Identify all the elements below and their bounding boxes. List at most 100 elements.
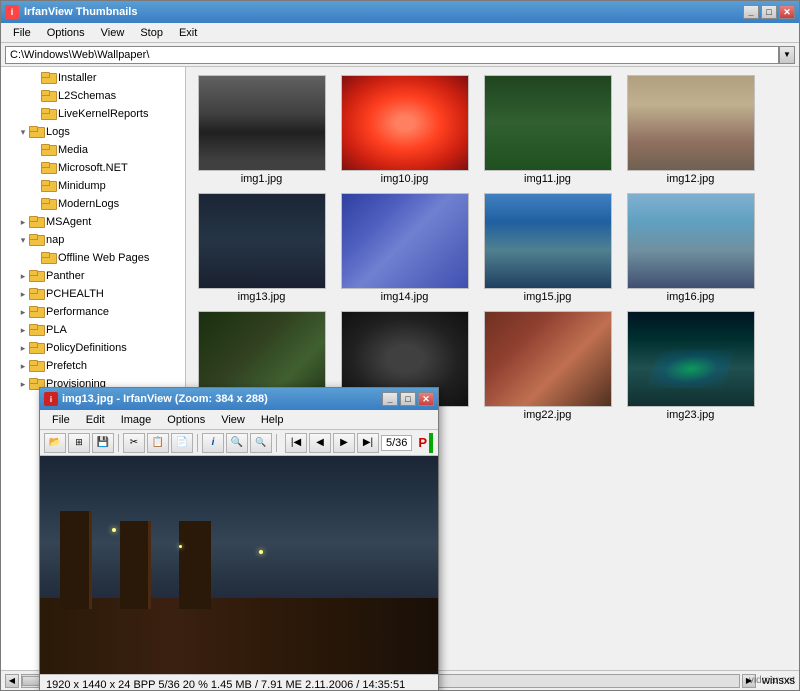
popup-close-button[interactable]: ✕ — [418, 392, 434, 406]
sidebar-item-minidump[interactable]: Minidump — [1, 177, 185, 195]
popup-app-icon: i — [44, 392, 58, 406]
menu-options[interactable]: Options — [39, 25, 93, 41]
sidebar-item-nap[interactable]: ▾ nap — [1, 231, 185, 249]
toolbar-save-button[interactable]: 💾 — [92, 433, 114, 453]
thumb-image-img1 — [198, 75, 326, 171]
toolbar-thumb-button[interactable]: ⊞ — [68, 433, 90, 453]
sidebar-item-label: L2Schemas — [58, 90, 116, 102]
app-body: Installer L2Schemas LiveKernelReports ▾ … — [1, 67, 799, 690]
sidebar-item-pchealth[interactable]: ▸ PCHEALTH — [1, 285, 185, 303]
sidebar-item-label: PCHEALTH — [46, 288, 104, 300]
thumb-label-img11: img11.jpg — [524, 173, 571, 185]
irfan-logo: P — [418, 435, 427, 450]
sidebar-item-label: Panther — [46, 270, 85, 282]
menu-stop[interactable]: Stop — [132, 25, 171, 41]
popup-menu-edit[interactable]: Edit — [78, 412, 113, 428]
menu-exit[interactable]: Exit — [171, 25, 205, 41]
scroll-left-button[interactable]: ◀ — [5, 674, 19, 688]
toolbar-prev-button[interactable]: ◀ — [309, 433, 331, 453]
folder-icon — [29, 360, 43, 372]
sidebar-item-policydefinitions[interactable]: ▸ PolicyDefinitions — [1, 339, 185, 357]
address-dropdown[interactable]: ▼ — [779, 46, 795, 64]
sidebar-item-msagent[interactable]: ▸ MSAgent — [1, 213, 185, 231]
app-title: IrfanView Thumbnails — [24, 6, 743, 18]
toolbar-green-bar — [429, 433, 433, 453]
aurora-effect — [646, 350, 735, 388]
toolbar-cut-button[interactable]: ✂ — [123, 433, 145, 453]
sidebar-item-label: Offline Web Pages — [58, 252, 149, 264]
thumb-item-img14[interactable]: img14.jpg — [337, 193, 472, 303]
popup-menu-image[interactable]: Image — [113, 412, 160, 428]
thumb-item-img11[interactable]: img11.jpg — [480, 75, 615, 185]
sidebar-item-installer[interactable]: Installer — [1, 69, 185, 87]
thumb-item-img13[interactable]: img13.jpg — [194, 193, 329, 303]
sidebar-item-modernlogs[interactable]: ModernLogs — [1, 195, 185, 213]
sidebar-item-l2schemas[interactable]: L2Schemas — [1, 87, 185, 105]
toolbar-last-button[interactable]: ▶| — [357, 433, 379, 453]
toolbar-copy-button[interactable]: 📋 — [147, 433, 169, 453]
thumb-item-img1[interactable]: img1.jpg — [194, 75, 329, 185]
sidebar-item-label: Minidump — [58, 180, 106, 192]
thumb-item-img23[interactable]: img23.jpg — [623, 311, 758, 421]
app-icon: i — [5, 5, 19, 19]
thumb-item-img16[interactable]: img16.jpg — [623, 193, 758, 303]
popup-restore-button[interactable]: □ — [400, 392, 416, 406]
sidebar-item-prefetch[interactable]: ▸ Prefetch — [1, 357, 185, 375]
sidebar-item-label: Media — [58, 144, 88, 156]
popup-menu-options[interactable]: Options — [159, 412, 213, 428]
toolbar-zoomout-button[interactable]: 🔍 — [250, 433, 272, 453]
thumb-item-img15[interactable]: img15.jpg — [480, 193, 615, 303]
bridge-pillar-2 — [120, 521, 152, 608]
thumb-label-img1: img1.jpg — [241, 173, 283, 185]
restore-button[interactable]: □ — [761, 5, 777, 19]
expand-icon — [29, 108, 41, 120]
popup-title-text: img13.jpg - IrfanView (Zoom: 384 x 288) — [62, 393, 382, 405]
sidebar-item-label: Microsoft.NET — [58, 162, 128, 174]
popup-minimize-button[interactable]: _ — [382, 392, 398, 406]
toolbar-zoomin-button[interactable]: 🔍 — [226, 433, 248, 453]
sidebar-item-label: nap — [46, 234, 64, 246]
minimize-button[interactable]: _ — [743, 5, 759, 19]
popup-menu-bar: File Edit Image Options View Help — [40, 410, 438, 430]
popup-image-area[interactable] — [40, 456, 438, 674]
folder-icon — [29, 216, 43, 228]
toolbar-open-button[interactable]: 📂 — [44, 433, 66, 453]
popup-menu-file[interactable]: File — [44, 412, 78, 428]
bridge-pillar-1 — [60, 511, 92, 609]
address-bar: ▼ — [1, 43, 799, 67]
thumb-item-img22[interactable]: img22.jpg — [480, 311, 615, 421]
thumb-item-img12[interactable]: img12.jpg — [623, 75, 758, 185]
sidebar-item-pla[interactable]: ▸ PLA — [1, 321, 185, 339]
thumb-label-img10: img10.jpg — [381, 173, 429, 185]
expand-icon: ▸ — [17, 342, 29, 354]
menu-file[interactable]: File — [5, 25, 39, 41]
sidebar-item-logs[interactable]: ▾ Logs — [1, 123, 185, 141]
sidebar-item-label: Logs — [46, 126, 70, 138]
thumb-label-img15: img15.jpg — [524, 291, 572, 303]
close-button[interactable]: ✕ — [779, 5, 795, 19]
sidebar-item-label: ModernLogs — [58, 198, 119, 210]
thumb-label-img22: img22.jpg — [524, 409, 572, 421]
bridge-ground — [40, 598, 438, 674]
sidebar-item-microsoftnet[interactable]: Microsoft.NET — [1, 159, 185, 177]
sidebar-item-livekernelreports[interactable]: LiveKernelReports — [1, 105, 185, 123]
sidebar-item-performance[interactable]: ▸ Performance — [1, 303, 185, 321]
sidebar-item-label: MSAgent — [46, 216, 91, 228]
popup-menu-view[interactable]: View — [213, 412, 253, 428]
toolbar-nav: |◀ ◀ ▶ ▶| — [285, 433, 379, 453]
toolbar-info-button[interactable]: i — [202, 433, 224, 453]
expand-icon — [29, 180, 41, 192]
address-input[interactable] — [5, 46, 779, 64]
thumb-item-img10[interactable]: img10.jpg — [337, 75, 472, 185]
sidebar-item-media[interactable]: Media — [1, 141, 185, 159]
sidebar-item-offlinewebpages[interactable]: Offline Web Pages — [1, 249, 185, 267]
popup-menu-help[interactable]: Help — [253, 412, 292, 428]
expand-icon: ▸ — [17, 288, 29, 300]
sidebar-item-panther[interactable]: ▸ Panther — [1, 267, 185, 285]
menu-view[interactable]: View — [93, 25, 133, 41]
toolbar-next-button[interactable]: ▶ — [333, 433, 355, 453]
toolbar-first-button[interactable]: |◀ — [285, 433, 307, 453]
toolbar-paste-button[interactable]: 📄 — [171, 433, 193, 453]
toolbar-sep-3 — [276, 434, 277, 452]
folder-icon — [29, 234, 43, 246]
